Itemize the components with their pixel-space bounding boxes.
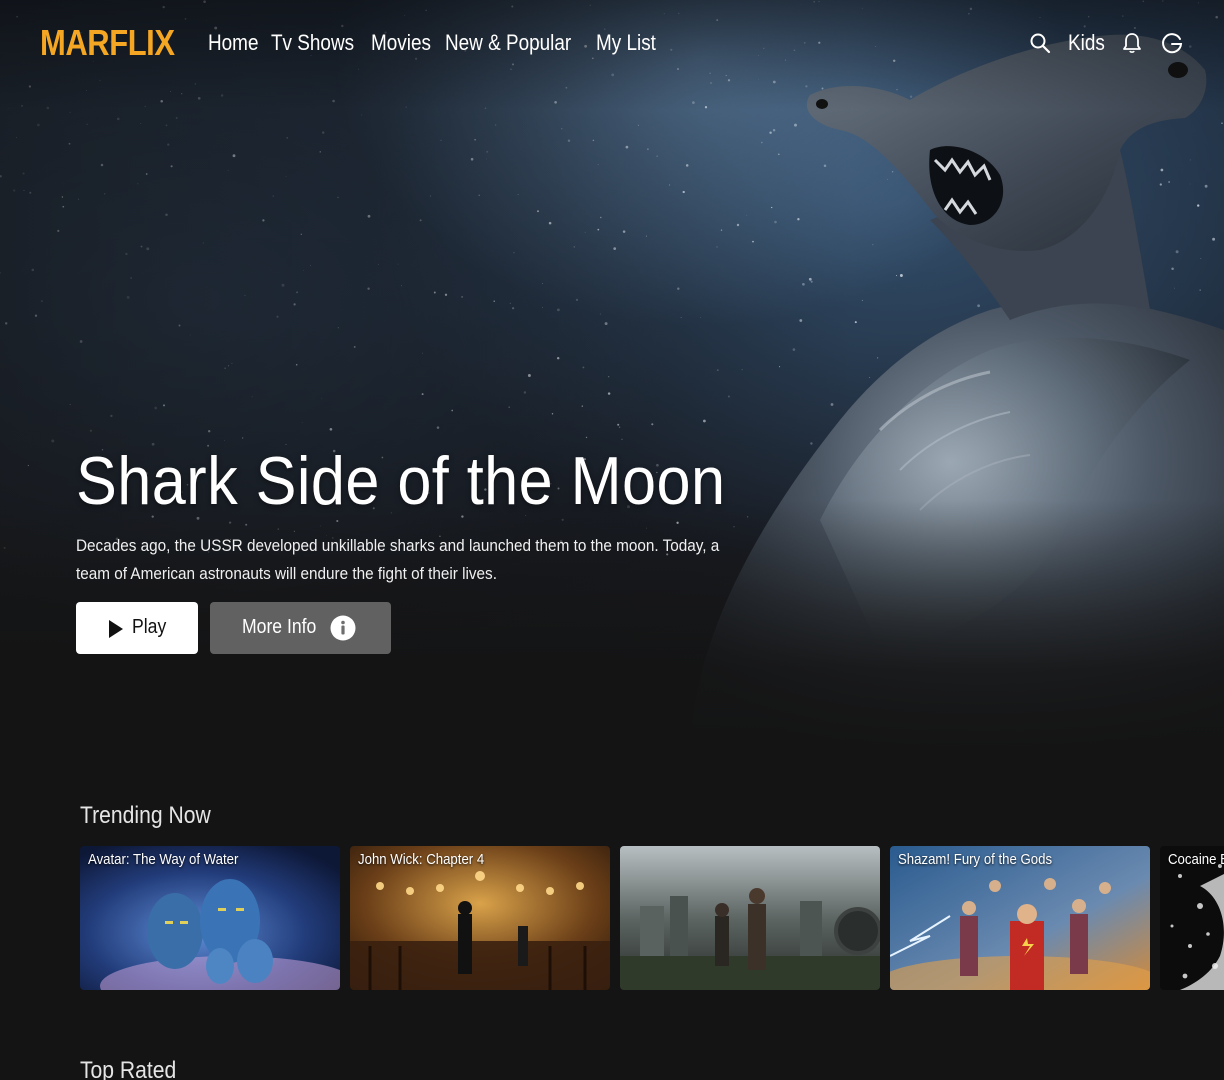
nav-links: Home Tv Shows Movies New & Popular My Li… xyxy=(208,30,656,56)
nav-link-home[interactable]: Home xyxy=(208,30,258,56)
hero-description: Decades ago, the USSR developed unkillab… xyxy=(76,536,720,583)
row-title-trending-now: Trending Now xyxy=(80,802,211,829)
nav-link-new-popular[interactable]: New & Popular xyxy=(445,30,571,56)
row-title-top-rated: Top Rated xyxy=(80,1057,177,1080)
movie-card[interactable]: Shazam! Fury of the Gods xyxy=(890,846,1150,990)
card-title: John Wick: Chapter 4 xyxy=(358,851,485,868)
play-button[interactable]: Play xyxy=(76,602,198,654)
play-icon xyxy=(109,620,123,638)
kids-link[interactable]: Kids xyxy=(1068,30,1105,56)
card-title: Avatar: The Way of Water xyxy=(88,851,239,868)
movie-card[interactable]: Avatar: The Way of Water xyxy=(80,846,340,990)
nav-link-movies[interactable]: Movies xyxy=(371,30,431,56)
bell-icon[interactable] xyxy=(1120,30,1144,56)
info-icon xyxy=(330,615,356,641)
movie-card[interactable] xyxy=(620,846,880,990)
app-page: MARFLIX Home Tv Shows Movies New & Popul… xyxy=(0,0,1224,1080)
more-info-button-label: More Info xyxy=(242,616,317,638)
play-button-label: Play xyxy=(132,616,167,638)
post-apocalyptic-show-image xyxy=(620,846,880,990)
hero-title: Shark Side of the Moon xyxy=(76,443,726,519)
nav-link-my-list[interactable]: My List xyxy=(596,30,656,56)
card-title: Cocaine Bear xyxy=(1168,851,1224,868)
top-navigation: MARFLIX Home Tv Shows Movies New & Popul… xyxy=(0,0,1224,88)
movie-card[interactable]: Cocaine Bear xyxy=(1160,846,1224,990)
search-icon[interactable] xyxy=(1028,30,1052,56)
trending-row: Avatar: The Way of Water John Wick: Chap… xyxy=(80,846,1224,990)
brand-logo[interactable]: MARFLIX xyxy=(40,22,175,64)
more-info-button[interactable]: More Info xyxy=(210,602,391,654)
nav-link-tv-shows[interactable]: Tv Shows xyxy=(271,30,354,56)
card-title: Shazam! Fury of the Gods xyxy=(898,851,1053,868)
movie-card[interactable]: John Wick: Chapter 4 xyxy=(350,846,610,990)
google-icon[interactable] xyxy=(1160,30,1184,56)
